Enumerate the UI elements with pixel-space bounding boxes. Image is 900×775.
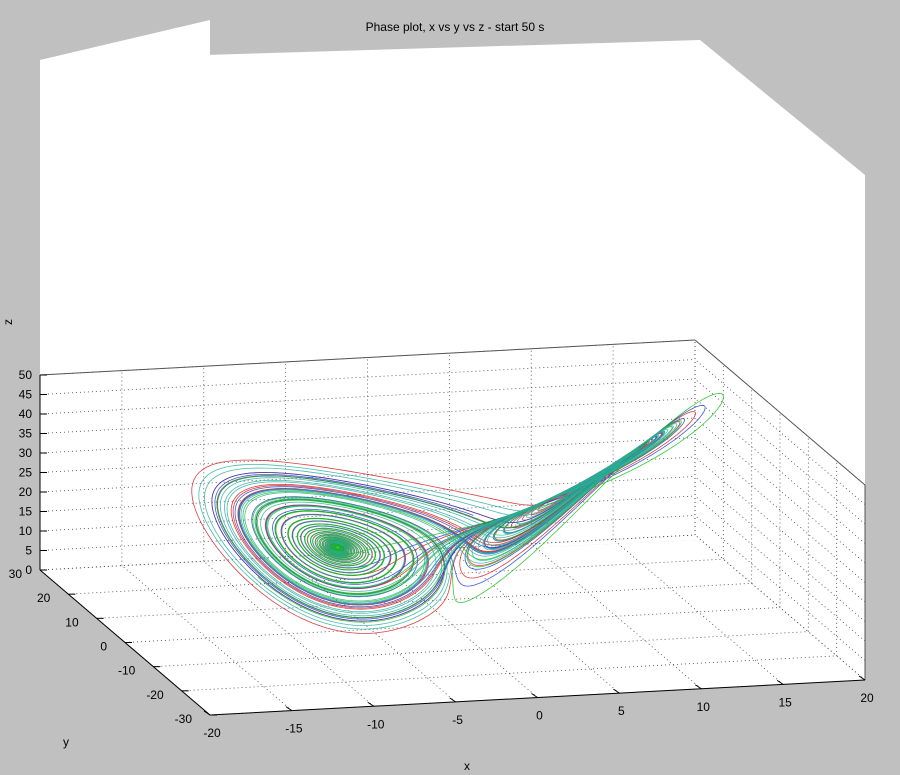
z-tick-label: 0	[25, 563, 32, 577]
x-tick-label: 0	[536, 709, 543, 723]
phase-plot-figure: -20 -15 -10 -5 0 5 10 15 20-30-20-100102030 05101…	[1, 20, 874, 773]
x-axis-label: x	[464, 759, 470, 773]
z-tick-label: 50	[19, 368, 33, 382]
z-tick-label: 10	[19, 524, 33, 538]
y-tick-label: 10	[65, 615, 79, 629]
z-tick-label: 40	[19, 407, 33, 421]
y-tick-label: 30	[9, 567, 23, 581]
x-tick-label: 5	[618, 704, 625, 718]
x-tick-label: -10	[367, 717, 385, 731]
x-tick-label: -5	[452, 713, 463, 727]
z-axis-label: z	[1, 319, 15, 325]
y-tick-label: 0	[100, 640, 107, 654]
x-tick-label: 15	[778, 695, 792, 709]
z-tick-label: 45	[19, 388, 33, 402]
x-tick-label: 10	[697, 700, 711, 714]
z-tick-label: 35	[19, 427, 33, 441]
y-tick-label: 20	[37, 591, 51, 605]
x-tick-label: -20	[203, 726, 221, 740]
z-tick-label: 30	[19, 446, 33, 460]
x-tick-label: -15	[285, 722, 303, 736]
z-tick-label: 5	[25, 544, 32, 558]
y-tick-label: -30	[175, 712, 193, 726]
y-tick-label: -20	[146, 688, 164, 702]
x-tick-label: 20	[860, 691, 874, 705]
z-tick-label: 20	[19, 485, 33, 499]
chart-title: Phase plot, x vs y vs z - start 50 s	[366, 20, 545, 34]
y-tick-label: -10	[118, 664, 136, 678]
z-tick-label: 15	[19, 505, 33, 519]
z-tick-label: 25	[19, 466, 33, 480]
y-axis-label: y	[63, 735, 69, 749]
